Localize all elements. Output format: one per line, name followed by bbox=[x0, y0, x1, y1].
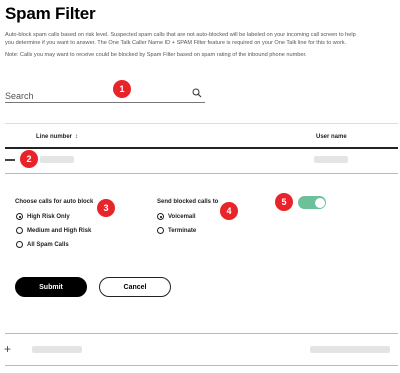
line-number-value bbox=[40, 156, 74, 163]
table-header-divider bbox=[5, 147, 398, 149]
note-text: Note: Calls you may want to receive coul… bbox=[5, 52, 307, 58]
radio-label: All Spam Calls bbox=[27, 241, 69, 248]
divider bbox=[5, 123, 398, 124]
callout-badge-3: 3 bbox=[97, 199, 115, 217]
callout-badge-4: 4 bbox=[220, 202, 238, 220]
callout-badge-2: 2 bbox=[20, 150, 38, 168]
cancel-button[interactable]: Cancel bbox=[99, 277, 171, 297]
sort-icon[interactable]: ↕ bbox=[75, 134, 78, 140]
row-divider bbox=[5, 365, 398, 366]
page-title: Spam Filter bbox=[5, 4, 96, 23]
radio-all-spam-calls[interactable]: All Spam Calls bbox=[16, 241, 69, 248]
radio-voicemail[interactable]: Voicemail bbox=[157, 213, 196, 220]
radio-label: High Risk Only bbox=[27, 213, 70, 220]
expand-plus-icon[interactable]: + bbox=[4, 343, 11, 355]
auto-block-title: Choose calls for auto block bbox=[15, 199, 94, 205]
spam-filter-toggle[interactable] bbox=[298, 196, 326, 209]
row-divider bbox=[5, 333, 398, 334]
submit-button[interactable]: Submit bbox=[15, 277, 87, 297]
radio-button[interactable] bbox=[16, 241, 23, 248]
description-line-2: you determine if you want to answer. The… bbox=[5, 40, 347, 46]
radio-button[interactable] bbox=[16, 227, 23, 234]
callout-badge-1: 1 bbox=[113, 80, 131, 98]
send-blocked-title: Send blocked calls to bbox=[157, 199, 219, 205]
radio-button-selected[interactable] bbox=[157, 213, 164, 220]
search-icon[interactable] bbox=[192, 88, 202, 98]
line-number-value bbox=[32, 346, 82, 353]
radio-label: Terminate bbox=[168, 227, 197, 234]
radio-terminate[interactable]: Terminate bbox=[157, 227, 196, 234]
description-line-1: Auto-block spam calls based on risk leve… bbox=[5, 32, 356, 38]
user-name-value bbox=[314, 156, 348, 163]
column-header-label: Line number bbox=[36, 134, 73, 140]
row-divider bbox=[5, 173, 398, 174]
toggle-knob bbox=[314, 197, 325, 208]
radio-button-selected[interactable] bbox=[16, 213, 23, 220]
collapse-icon[interactable] bbox=[5, 159, 15, 161]
radio-label: Voicemail bbox=[168, 213, 196, 220]
radio-high-risk-only[interactable]: High Risk Only bbox=[16, 213, 70, 220]
search-field bbox=[5, 86, 205, 103]
column-header-user-name: User name bbox=[316, 134, 347, 140]
user-name-value bbox=[310, 346, 390, 353]
search-input[interactable] bbox=[5, 89, 185, 103]
column-header-line-number[interactable]: Line number ↕ bbox=[36, 134, 78, 140]
radio-button[interactable] bbox=[157, 227, 164, 234]
callout-badge-5: 5 bbox=[275, 193, 293, 211]
radio-medium-and-high-risk[interactable]: Medium and High Risk bbox=[16, 227, 91, 234]
radio-label: Medium and High Risk bbox=[27, 227, 92, 234]
